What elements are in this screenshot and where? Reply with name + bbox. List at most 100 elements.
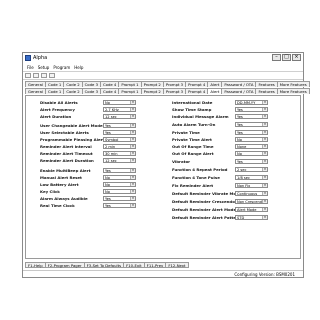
chevron-down-icon[interactable]: ▾ bbox=[262, 137, 267, 141]
chevron-down-icon[interactable]: ▾ bbox=[130, 144, 135, 148]
chevron-down-icon[interactable]: ▾ bbox=[130, 100, 135, 104]
field-select[interactable]: Symbol ▾ bbox=[103, 136, 136, 142]
toolbar-save-icon[interactable] bbox=[41, 72, 47, 78]
tab-prompt-4[interactable]: Prompt 4 bbox=[185, 88, 209, 94]
function-key-3[interactable]: F3-Set To Defaults bbox=[83, 262, 125, 268]
field-select[interactable]: No ▾ bbox=[235, 150, 268, 156]
field-select[interactable]: Non Crescendo ▾ bbox=[235, 198, 268, 204]
chevron-down-icon[interactable]: ▾ bbox=[262, 215, 267, 219]
tab-code-3[interactable]: Code 3 bbox=[81, 81, 101, 87]
menu-program[interactable]: Program bbox=[53, 65, 70, 70]
chevron-down-icon[interactable]: ▾ bbox=[262, 122, 267, 126]
tab-code-2[interactable]: Code 2 bbox=[63, 81, 83, 87]
tab-password-ota[interactable]: Password / OTA bbox=[221, 81, 257, 87]
chevron-down-icon[interactable]: ▾ bbox=[130, 107, 135, 111]
chevron-down-icon[interactable]: ▾ bbox=[262, 199, 267, 203]
chevron-down-icon[interactable]: ▾ bbox=[262, 107, 267, 111]
tab-prompt-3[interactable]: Prompt 3 bbox=[162, 88, 187, 94]
minimize-icon[interactable]: – bbox=[272, 54, 281, 61]
tab-prompt-1[interactable]: Prompt 1 bbox=[118, 88, 142, 94]
chevron-down-icon[interactable]: ▾ bbox=[130, 123, 135, 127]
field-select[interactable]: Yes ▾ bbox=[103, 195, 136, 201]
chevron-down-icon[interactable]: ▾ bbox=[262, 207, 267, 211]
tab-prompt-4[interactable]: Prompt 4 bbox=[185, 81, 209, 87]
chevron-down-icon[interactable]: ▾ bbox=[262, 167, 267, 171]
field-select[interactable]: 12 sec ▾ bbox=[103, 157, 136, 163]
chevron-down-icon[interactable]: ▾ bbox=[262, 175, 267, 179]
tab-alert[interactable]: Alert bbox=[207, 88, 223, 94]
field-select[interactable]: None ▾ bbox=[235, 143, 268, 149]
field-select[interactable]: No ▾ bbox=[103, 174, 136, 180]
tab-code-1[interactable]: Code 1 bbox=[44, 88, 65, 94]
chevron-down-icon[interactable]: ▾ bbox=[262, 114, 267, 118]
chevron-down-icon[interactable]: ▾ bbox=[130, 114, 135, 118]
chevron-down-icon[interactable]: ▾ bbox=[130, 196, 135, 200]
close-icon[interactable]: × bbox=[292, 54, 301, 61]
field-select[interactable]: Yes ▾ bbox=[235, 106, 268, 112]
chevron-down-icon[interactable]: ▾ bbox=[130, 189, 135, 193]
tab-prompt-3[interactable]: Prompt 3 bbox=[162, 81, 187, 87]
field-select[interactable]: No ▾ bbox=[103, 188, 136, 194]
field-select[interactable]: Continuous ▾ bbox=[235, 190, 268, 196]
tab-features[interactable]: Features bbox=[255, 88, 278, 94]
chevron-down-icon[interactable]: ▾ bbox=[262, 151, 267, 155]
chevron-down-icon[interactable]: ▾ bbox=[262, 100, 267, 104]
tab-code-1[interactable]: Code 1 bbox=[44, 81, 65, 87]
chevron-down-icon[interactable]: ▾ bbox=[130, 137, 135, 141]
field-select[interactable]: 30 min ▾ bbox=[103, 150, 136, 156]
field-select[interactable]: 1/8 sec ▾ bbox=[235, 174, 268, 180]
field-select[interactable]: Yes ▾ bbox=[235, 121, 268, 127]
toolbar-new-icon[interactable] bbox=[25, 72, 31, 78]
field-select[interactable]: 2 min ▾ bbox=[103, 143, 136, 149]
field-select[interactable]: Alert Mode ▾ bbox=[235, 206, 268, 212]
function-key-5[interactable]: F11-Prev bbox=[143, 262, 167, 268]
field-select[interactable]: Yes ▾ bbox=[235, 129, 268, 135]
tab-general[interactable]: General bbox=[25, 88, 46, 94]
field-select[interactable]: Yes ▾ bbox=[235, 158, 268, 164]
field-select[interactable]: DD-MM-YY ▾ bbox=[235, 99, 268, 105]
chevron-down-icon[interactable]: ▾ bbox=[262, 144, 267, 148]
tab-code-4[interactable]: Code 4 bbox=[100, 81, 120, 87]
chevron-down-icon[interactable]: ▾ bbox=[262, 130, 267, 134]
chevron-down-icon[interactable]: ▾ bbox=[130, 168, 135, 172]
tab-password-ota[interactable]: Password / OTA bbox=[221, 88, 257, 94]
chevron-down-icon[interactable]: ▾ bbox=[130, 130, 135, 134]
menu-help[interactable]: Help bbox=[74, 65, 83, 70]
tab-features[interactable]: Features bbox=[255, 81, 278, 87]
chevron-down-icon[interactable]: ▾ bbox=[130, 175, 135, 179]
tab-more-features[interactable]: More Features bbox=[276, 81, 310, 87]
field-select[interactable]: 2 sec ▾ bbox=[235, 166, 268, 172]
function-key-6[interactable]: F12-Next bbox=[165, 262, 189, 268]
tab-more-features[interactable]: More Features bbox=[276, 88, 310, 94]
field-select[interactable]: Yes ▾ bbox=[103, 167, 136, 173]
function-key-1[interactable]: F1-Help bbox=[25, 262, 46, 268]
function-key-2[interactable]: F2-Program Pager bbox=[44, 262, 85, 268]
field-select[interactable]: No ▾ bbox=[103, 99, 136, 105]
toolbar-open-icon[interactable] bbox=[33, 72, 39, 78]
tab-prompt-2[interactable]: Prompt 2 bbox=[140, 88, 164, 94]
field-select[interactable]: Yes ▾ bbox=[235, 113, 268, 119]
chevron-down-icon[interactable]: ▾ bbox=[262, 183, 267, 187]
chevron-down-icon[interactable]: ▾ bbox=[130, 151, 135, 155]
field-select[interactable]: Yes ▾ bbox=[103, 122, 136, 128]
tab-alert[interactable]: Alert bbox=[207, 81, 223, 87]
field-select[interactable]: STD ▾ bbox=[235, 214, 268, 220]
chevron-down-icon[interactable]: ▾ bbox=[130, 182, 135, 186]
field-select[interactable]: Non Fix ▾ bbox=[235, 182, 268, 188]
tab-code-2[interactable]: Code 2 bbox=[63, 88, 83, 94]
toolbar-program-icon[interactable] bbox=[49, 72, 55, 78]
function-key-4[interactable]: F10-Exit bbox=[123, 262, 145, 268]
menu-setup[interactable]: Setup bbox=[38, 65, 50, 70]
maximize-icon[interactable]: □ bbox=[282, 54, 291, 61]
field-select[interactable]: Yes ▾ bbox=[103, 129, 136, 135]
field-select[interactable]: 12 sec ▾ bbox=[103, 113, 136, 119]
menu-file[interactable]: File bbox=[27, 65, 34, 70]
tab-prompt-2[interactable]: Prompt 2 bbox=[140, 81, 164, 87]
tab-general[interactable]: General bbox=[25, 81, 46, 87]
field-select[interactable]: No ▾ bbox=[103, 181, 136, 187]
chevron-down-icon[interactable]: ▾ bbox=[262, 191, 267, 195]
chevron-down-icon[interactable]: ▾ bbox=[262, 159, 267, 163]
field-select[interactable]: 2.7 KHz ▾ bbox=[103, 106, 136, 112]
chevron-down-icon[interactable]: ▾ bbox=[130, 203, 135, 207]
tab-code-4[interactable]: Code 4 bbox=[100, 88, 120, 94]
